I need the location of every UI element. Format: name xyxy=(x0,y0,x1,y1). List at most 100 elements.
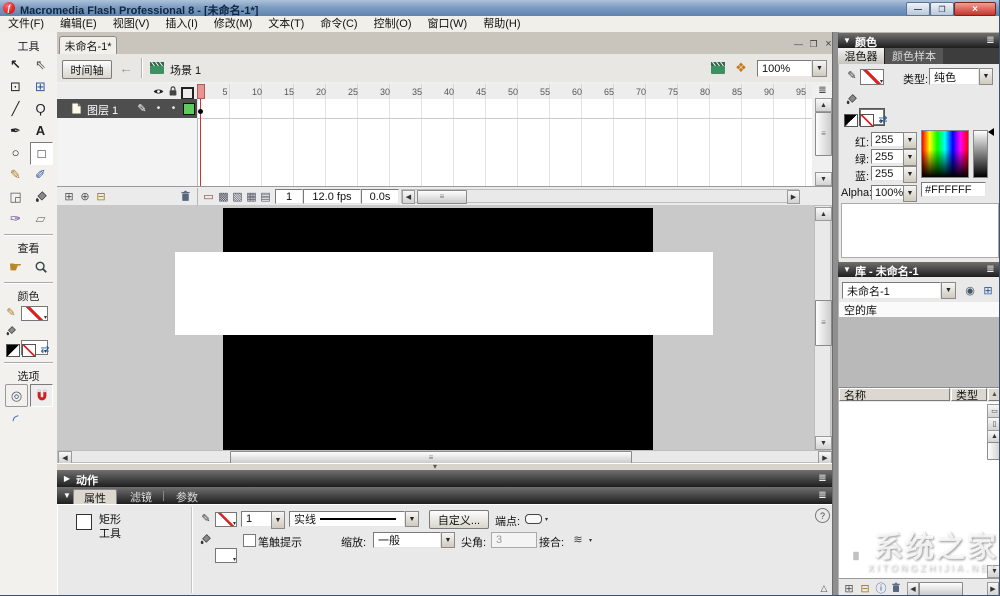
timeline-ruler[interactable]: 5101520253035404550556065707580859095 xyxy=(197,84,812,100)
rectangle-tool[interactable]: □ xyxy=(30,142,53,165)
restore-button[interactable]: ❐ xyxy=(930,2,954,16)
timeline-scroll-down[interactable]: ▼ xyxy=(815,172,832,186)
brightness-slider-marker[interactable] xyxy=(988,128,994,136)
library-name-column-header[interactable]: 名称 xyxy=(839,388,950,401)
keyframe-dot[interactable] xyxy=(198,109,203,114)
frame-rate-field[interactable]: 12.0 fps xyxy=(303,189,361,204)
subselection-tool[interactable]: ⇖ xyxy=(30,54,51,75)
color-panel-collapse-icon[interactable]: ▼ xyxy=(841,34,853,46)
alpha-input[interactable]: 100% xyxy=(871,185,906,200)
pen-tool[interactable]: ✒ xyxy=(5,120,26,141)
timeline-h-scroll-right[interactable]: ▶ xyxy=(787,190,800,204)
library-sort-toggle[interactable]: ▲ xyxy=(988,388,1000,401)
paint-bucket-tool[interactable] xyxy=(30,186,51,207)
blue-dropdown-icon[interactable]: ▼ xyxy=(903,166,917,183)
stroke-style-dropdown-icon[interactable]: ▼ xyxy=(405,511,419,527)
current-frame-field[interactable]: 1 xyxy=(275,189,303,204)
actions-panel-title[interactable]: 动作 xyxy=(76,472,98,488)
show-hide-all-layers-icon[interactable] xyxy=(152,86,165,97)
mixer-stroke-color-swatch[interactable]: ▾ xyxy=(860,69,884,85)
minimize-button[interactable]: — xyxy=(906,2,930,16)
menu-item-5[interactable]: 文本(T) xyxy=(260,16,312,32)
close-button[interactable]: × xyxy=(954,2,996,16)
stage-v-scroll-thumb[interactable]: ≡ xyxy=(815,300,832,346)
library-panel-header[interactable]: ▼ 库 - 未命名-1 ≣ xyxy=(838,262,1000,277)
miter-input[interactable]: 3 xyxy=(491,532,537,548)
timeline-panel-menu-icon[interactable]: ≣ xyxy=(815,84,830,97)
menu-item-2[interactable]: 视图(V) xyxy=(105,16,158,32)
library-panel-collapse-icon[interactable]: ▼ xyxy=(841,263,853,275)
line-tool[interactable]: ╱ xyxy=(5,98,26,119)
black-white-colors-button[interactable] xyxy=(6,344,20,357)
eraser-tool[interactable]: ▱ xyxy=(30,208,51,229)
lock-unlock-all-layers-icon[interactable] xyxy=(167,85,179,97)
item-properties-button[interactable]: ⓘ xyxy=(874,581,888,595)
library-item-list[interactable] xyxy=(839,402,1000,578)
new-folder-button[interactable]: ⊟ xyxy=(858,581,872,595)
black-white-colors-button[interactable] xyxy=(844,114,858,127)
layer-row-frames[interactable] xyxy=(197,99,812,119)
oval-tool[interactable]: ○ xyxy=(5,142,26,163)
hand-tool[interactable]: ☛ xyxy=(5,256,26,277)
timeline-scroll-up[interactable]: ▲ xyxy=(815,98,832,112)
scale-dropdown-icon[interactable]: ▼ xyxy=(441,532,455,548)
scale-select[interactable]: 一般 ▼ xyxy=(373,532,455,548)
alpha-dropdown-icon[interactable]: ▼ xyxy=(903,185,917,202)
onion-skin-outlines-button[interactable]: ▧ xyxy=(231,189,244,203)
timeline-toggle-button[interactable]: 时间轴 xyxy=(62,60,112,79)
custom-stroke-button[interactable]: 自定义... xyxy=(429,510,489,529)
properties-panel-menu-icon[interactable]: ≣ xyxy=(815,489,830,502)
onion-skin-button[interactable]: ▩ xyxy=(217,189,230,203)
stroke-height-input[interactable]: 1 xyxy=(241,511,275,527)
color-panel-header[interactable]: ▼ 颜色 ≣ xyxy=(838,33,1000,48)
stroke-hinting-checkbox[interactable] xyxy=(243,534,256,547)
menu-item-1[interactable]: 编辑(E) xyxy=(52,16,105,32)
menu-item-6[interactable]: 命令(C) xyxy=(312,16,365,32)
tab-filters[interactable]: 滤镜 xyxy=(121,489,161,504)
insert-layer-button[interactable]: ⊞ xyxy=(62,189,76,203)
free-transform-tool[interactable]: ⊡ xyxy=(5,76,26,97)
red-dropdown-icon[interactable]: ▼ xyxy=(903,132,917,149)
green-dropdown-icon[interactable]: ▼ xyxy=(903,149,917,166)
scene-name[interactable]: 场景 1 xyxy=(170,62,201,78)
blue-input[interactable]: 255 xyxy=(871,166,906,181)
tab-parameters[interactable]: 参数 xyxy=(167,489,207,504)
layer-row[interactable]: 图层 1 ✎ • • xyxy=(57,99,197,118)
menu-item-3[interactable]: 插入(I) xyxy=(157,16,205,32)
zoom-tool[interactable] xyxy=(30,256,51,277)
elapsed-time-field[interactable]: 0.0s xyxy=(361,189,399,204)
document-tab[interactable]: 未命名-1* xyxy=(59,36,117,55)
help-icon[interactable]: ? xyxy=(815,508,830,523)
library-narrow-state-button[interactable]: ▯ xyxy=(987,417,1000,431)
layer-name[interactable]: 图层 1 xyxy=(87,102,118,118)
new-symbol-button[interactable]: ⊞ xyxy=(842,581,856,595)
color-panel-menu-icon[interactable]: ≣ xyxy=(983,34,998,47)
selection-tool[interactable]: ↖ xyxy=(5,54,26,75)
timeline-scroll-thumb[interactable]: ≡ xyxy=(815,112,832,156)
library-document-select[interactable]: 未命名-1 ▼ xyxy=(842,282,956,299)
join-style-icon[interactable]: ≋ xyxy=(571,532,585,546)
gradient-transform-tool[interactable]: ⊞ xyxy=(30,76,51,97)
modify-onion-markers-button[interactable]: ▤ xyxy=(259,189,272,203)
stage-v-scroll-down[interactable]: ▼ xyxy=(815,436,832,450)
fill-color-swatch[interactable]: ▾ xyxy=(215,548,237,563)
properties-collapse-icon[interactable]: ▼ xyxy=(61,489,73,501)
menu-item-0[interactable]: 文件(F) xyxy=(0,16,52,32)
menu-item-7[interactable]: 控制(O) xyxy=(366,16,420,32)
library-wide-state-button[interactable]: ▭ xyxy=(987,404,1000,418)
library-h-scroll-right[interactable]: ▶ xyxy=(987,582,999,596)
zoom-dropdown-icon[interactable]: ▼ xyxy=(812,60,827,77)
hex-color-input[interactable]: #FFFFFF xyxy=(921,182,986,197)
swap-colors-button[interactable]: ⇄ xyxy=(876,112,890,126)
toolbox-stroke-color-swatch[interactable]: ▾ xyxy=(21,306,48,321)
timeline-h-scroll-thumb[interactable]: ≡ xyxy=(417,190,467,204)
zoom-control[interactable]: 100% ▼ xyxy=(757,60,827,77)
green-input[interactable]: 255 xyxy=(871,149,906,164)
library-scroll-thumb[interactable] xyxy=(987,442,1000,460)
layer-visibility-dot[interactable]: • xyxy=(152,101,165,115)
delete-layer-button[interactable] xyxy=(179,189,192,203)
add-motion-guide-button[interactable]: ⊕ xyxy=(78,189,92,203)
ink-bottle-tool[interactable]: ◲ xyxy=(5,186,26,207)
stroke-style-select[interactable]: 实线 ▼ xyxy=(289,511,419,527)
red-input[interactable]: 255 xyxy=(871,132,906,147)
